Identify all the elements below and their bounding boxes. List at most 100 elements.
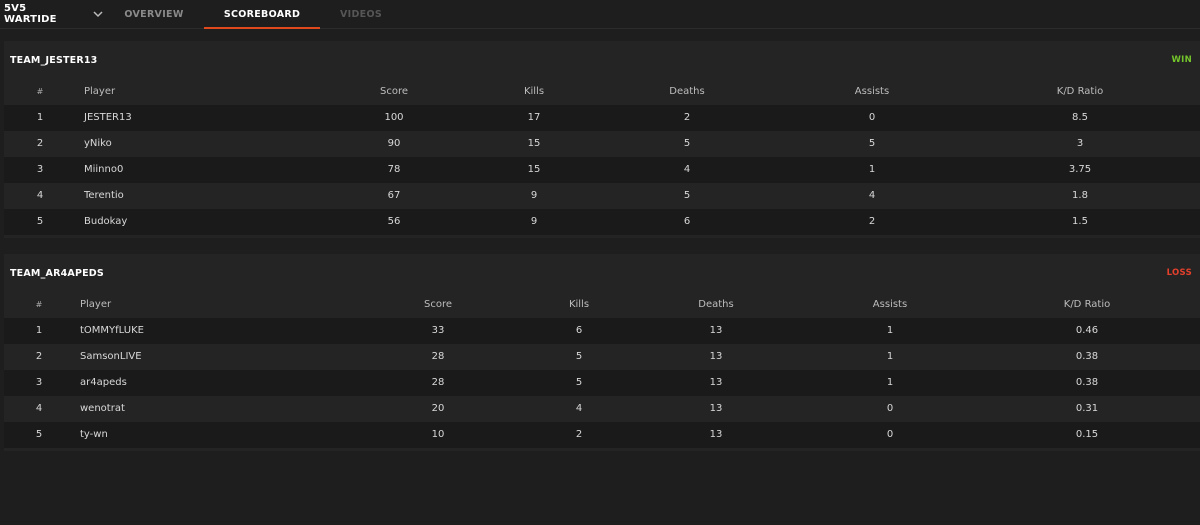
rank-cell: 2 [36,138,44,149]
top-nav: 5V5 WARTIDE OVERVIEW SCOREBOARD VIDEOS [0,0,1200,29]
deaths-cell: 4 [683,164,691,175]
score-cell: 90 [387,138,401,149]
assists-cell: 2 [868,216,876,227]
assists-cell: 4 [868,190,876,201]
assists-cell: 1 [886,377,894,388]
score-cell: 100 [384,112,404,123]
player-cell[interactable]: Budokay [84,209,127,235]
kills-cell: 5 [575,377,583,388]
team-name: TEAM_JESTER13 [10,54,98,66]
table-row[interactable]: 3 ar4apeds 28 5 13 1 0.38 [4,370,1200,396]
table-row[interactable]: 4 wenotrat 20 4 13 0 0.31 [4,396,1200,422]
column-header-rank[interactable]: # [37,79,44,105]
player-cell[interactable]: SamsonLIVE [80,344,142,370]
table-row[interactable]: 2 SamsonLIVE 28 5 13 1 0.38 [4,344,1200,370]
deaths-cell: 2 [683,112,691,123]
kills-cell: 9 [530,190,538,201]
score-cell: 28 [431,377,445,388]
table-row[interactable]: 2 yNiko 90 15 5 5 3 [4,131,1200,157]
column-header-score[interactable]: Score [380,79,408,105]
kd-ratio-cell: 0.46 [1075,325,1099,336]
deaths-cell: 13 [709,377,723,388]
table-row[interactable]: 1 JESTER13 100 17 2 0 8.5 [4,105,1200,131]
rank-cell: 4 [36,190,44,201]
deaths-cell: 6 [683,216,691,227]
column-header-player[interactable]: Player [84,79,115,105]
column-header-kd-ratio[interactable]: K/D Ratio [1064,292,1110,318]
table-row[interactable]: 1 tOMMYfLUKE 33 6 13 1 0.46 [4,318,1200,344]
player-cell[interactable]: JESTER13 [84,105,132,131]
deaths-cell: 13 [709,403,723,414]
column-header-deaths[interactable]: Deaths [698,292,733,318]
deaths-cell: 5 [683,138,691,149]
assists-cell: 0 [868,112,876,123]
chevron-down-icon[interactable] [92,8,104,20]
kd-ratio-cell: 3 [1076,138,1084,149]
kd-ratio-cell: 0.38 [1075,377,1099,388]
kills-cell: 9 [530,216,538,227]
table-row[interactable]: 4 Terentio 67 9 5 4 1.8 [4,183,1200,209]
kills-cell: 15 [527,138,541,149]
score-cell: 20 [431,403,445,414]
score-cell: 28 [431,351,445,362]
column-header-rank[interactable]: # [36,292,43,318]
column-header-deaths[interactable]: Deaths [669,79,704,105]
deaths-cell: 13 [709,351,723,362]
table-row[interactable]: 5 Budokay 56 9 6 2 1.5 [4,209,1200,235]
deaths-cell: 13 [709,429,723,440]
kd-ratio-cell: 0.31 [1075,403,1099,414]
kd-ratio-cell: 1.5 [1072,216,1088,227]
column-header-assists[interactable]: Assists [873,292,907,318]
rank-cell: 3 [36,164,44,175]
column-header-kd-ratio[interactable]: K/D Ratio [1057,79,1103,105]
column-header-kills[interactable]: Kills [524,79,544,105]
deaths-cell: 13 [709,325,723,336]
assists-cell: 0 [886,403,894,414]
tab-overview[interactable]: OVERVIEW [104,0,204,28]
kd-ratio-cell: 1.8 [1072,190,1088,201]
rank-cell: 3 [35,377,43,388]
column-header-player[interactable]: Player [80,292,111,318]
column-header-kills[interactable]: Kills [569,292,589,318]
game-selector[interactable]: 5V5 WARTIDE [0,0,104,28]
player-cell[interactable]: ty-wn [80,422,108,448]
rank-cell: 4 [35,403,43,414]
score-cell: 78 [387,164,401,175]
column-header-score[interactable]: Score [424,292,452,318]
scoreboard-table: # Player Score Kills Deaths Assists K/D Ratio 1… [4,292,1200,448]
kills-cell: 2 [575,429,583,440]
table-header-row: # Player Score Kills Deaths Assists K/D Ratio [4,79,1200,105]
kd-ratio-cell: 8.5 [1072,112,1088,123]
deaths-cell: 5 [683,190,691,201]
rank-cell: 5 [36,216,44,227]
kd-ratio-cell: 0.38 [1075,351,1099,362]
player-cell[interactable]: Terentio [84,183,124,209]
scoreboard-table: # Player Score Kills Deaths Assists K/D Ratio 1… [4,79,1200,235]
team-header: TEAM_AR4APEDS LOSS [4,254,1200,292]
score-cell: 67 [387,190,401,201]
player-cell[interactable]: tOMMYfLUKE [80,318,144,344]
table-row[interactable]: 3 Miinno0 78 15 4 1 3.75 [4,157,1200,183]
team-panel-ar4apeds: TEAM_AR4APEDS LOSS # Player Score Kills Deat… [4,254,1200,451]
score-cell: 10 [431,429,445,440]
player-cell[interactable]: yNiko [84,131,112,157]
table-row[interactable]: 5 ty-wn 10 2 13 0 0.15 [4,422,1200,448]
assists-cell: 0 [886,429,894,440]
table-header-row: # Player Score Kills Deaths Assists K/D Ratio [4,292,1200,318]
team-name: TEAM_AR4APEDS [10,267,104,279]
team-header: TEAM_JESTER13 WIN [4,41,1200,79]
player-cell[interactable]: wenotrat [80,396,125,422]
assists-cell: 1 [886,351,894,362]
rank-cell: 2 [35,351,43,362]
kills-cell: 4 [575,403,583,414]
player-cell[interactable]: ar4apeds [80,370,127,396]
rank-cell: 5 [35,429,43,440]
result-badge: WIN [1171,55,1192,65]
kills-cell: 6 [575,325,583,336]
kills-cell: 5 [575,351,583,362]
tab-scoreboard[interactable]: SCOREBOARD [204,0,320,29]
column-header-assists[interactable]: Assists [855,79,889,105]
player-cell[interactable]: Miinno0 [84,157,123,183]
kd-ratio-cell: 3.75 [1068,164,1092,175]
tab-videos[interactable]: VIDEOS [320,0,402,28]
